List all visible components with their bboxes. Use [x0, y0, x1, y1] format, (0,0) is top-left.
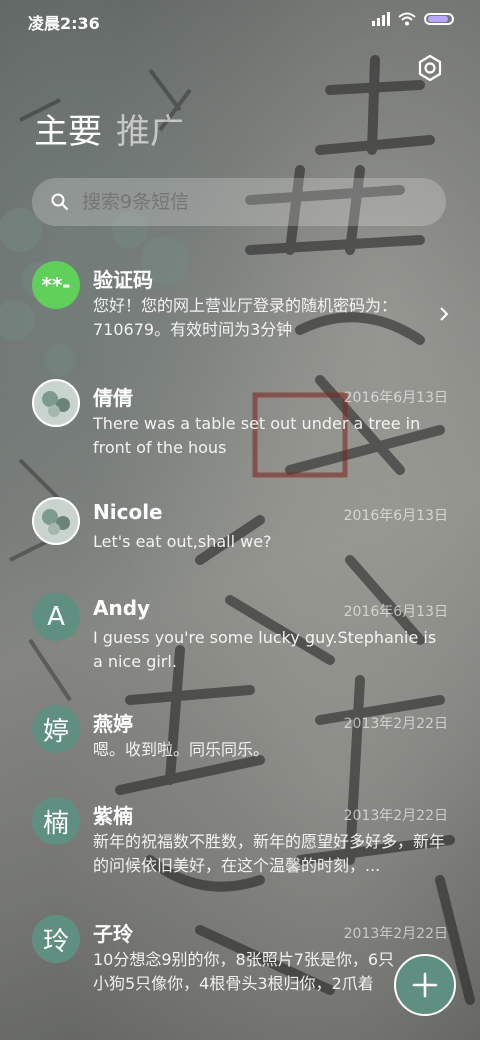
avatar: 婷 [32, 705, 80, 753]
gear-icon[interactable] [414, 52, 446, 84]
message-date: 2013年2月22日 [343, 926, 448, 942]
tab-main[interactable]: 主要 [34, 110, 102, 154]
conversation-item[interactable]: 婷 燕婷 2013年2月22日 嗯。收到啦。同乐同乐。 [0, 704, 480, 774]
contact-name: Andy [93, 596, 151, 620]
wifi-icon [398, 12, 416, 26]
conversation-item[interactable]: 倩倩 2016年6月13日 There was a table set out … [0, 378, 480, 468]
message-preview: 10分想念9别的你，8张照片7张是你，6只小狗5只像你，4根骨头3根归你，2爪着… [93, 950, 395, 993]
status-time: 凌晨2:36 [28, 14, 100, 33]
status-icons [372, 12, 454, 26]
message-preview: 您好！您的网上营业厅登录的随机密码为：710679。有效时间为3分钟 [93, 296, 398, 339]
message-preview: Let's eat out,shall we? [93, 532, 272, 551]
search-bar[interactable] [32, 178, 446, 226]
contact-name: 子玲 [93, 922, 133, 946]
search-icon [51, 193, 69, 211]
message-preview: 嗯。收到啦。同乐同乐。 [93, 740, 270, 759]
avatar [32, 379, 80, 427]
conversation-item[interactable]: A Andy 2016年6月13日 I guess you're some lu… [0, 592, 480, 682]
chevron-right-icon[interactable] [436, 306, 452, 322]
contact-name: Nicole [93, 500, 163, 524]
contact-name: 紫楠 [93, 804, 133, 828]
message-preview: I guess you're some lucky guy.Stephanie … [93, 628, 437, 671]
message-date: 2013年2月22日 [343, 808, 448, 824]
contact-name: 验证码 [93, 268, 153, 292]
message-preview: There was a table set out under a tree i… [93, 414, 421, 457]
photo-avatar-icon [42, 391, 70, 417]
tab-promotions[interactable]: 推广 [116, 110, 184, 154]
message-date: 2016年6月13日 [343, 390, 448, 406]
conversation-item[interactable]: Nicole 2016年6月13日 Let's eat out,shall we… [0, 496, 480, 566]
contact-name: 燕婷 [93, 712, 133, 736]
message-date: 2013年2月22日 [343, 716, 448, 732]
conversation-item[interactable]: **- 验证码 您好！您的网上营业厅登录的随机密码为：710679。有效时间为3… [0, 260, 480, 350]
message-date: 2016年6月13日 [343, 508, 448, 524]
search-input[interactable] [80, 190, 424, 214]
battery-icon [424, 13, 454, 25]
message-preview: 新年的祝福数不胜数，新年的愿望好多好多，新年的问候依旧美好，在这个温馨的时刻，.… [93, 832, 445, 875]
avatar: **- [32, 261, 80, 309]
avatar: 玲 [32, 915, 80, 963]
avatar: 楠 [32, 797, 80, 845]
message-date: 2016年6月13日 [343, 604, 448, 620]
status-bar: 凌晨2:36 [0, 0, 480, 40]
signal-icon [372, 12, 390, 26]
contact-name: 倩倩 [93, 386, 133, 410]
photo-avatar-icon [42, 509, 70, 535]
avatar: A [32, 593, 80, 641]
tab-bar: 主要 推广 [34, 110, 184, 154]
avatar [32, 497, 80, 545]
compose-button[interactable] [394, 954, 456, 1016]
plus-icon [412, 972, 438, 998]
conversation-item[interactable]: 楠 紫楠 2013年2月22日 新年的祝福数不胜数，新年的愿望好多好多，新年的问… [0, 796, 480, 886]
